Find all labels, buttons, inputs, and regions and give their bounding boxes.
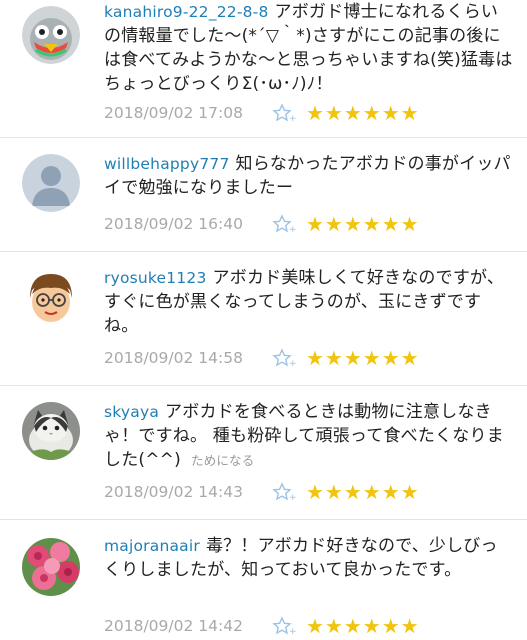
comment-text: アボカドを食べるときは動物に注意しなきゃ！ですね。 種も粉砕して頑張って食べたく… bbox=[104, 402, 504, 470]
svg-text:+: + bbox=[289, 493, 297, 502]
rating-stars: ★★★★★★ bbox=[306, 480, 420, 504]
robot-avatar-icon[interactable] bbox=[22, 6, 80, 64]
comment-list: kanahiro9-22_22-8-8 アボガド博士になれるくらいの情報量でした〜… bbox=[0, 0, 527, 640]
svg-text:+: + bbox=[289, 359, 297, 368]
add-favorite-icon[interactable]: + bbox=[272, 482, 298, 503]
comment-username[interactable]: skyaya bbox=[104, 403, 159, 421]
comment-date: 2018/09/02 17:08 bbox=[104, 104, 243, 122]
comment-item: kanahiro9-22_22-8-8 アボガド博士になれるくらいの情報量でした〜… bbox=[0, 0, 527, 138]
comment-username[interactable]: majoranaair bbox=[104, 537, 200, 555]
comment-item: willbehappy777 知らなかったアボカドの事がイッパイで勉強になりました… bbox=[0, 138, 527, 252]
comment-username[interactable]: willbehappy777 bbox=[104, 155, 230, 173]
comment-item: ryosuke1123 アボカド美味しくて好きなのですが、すぐに色が黒くなってしま… bbox=[0, 252, 527, 386]
rating-stars: ★★★★★★ bbox=[306, 614, 420, 638]
svg-text:+: + bbox=[289, 627, 297, 636]
glasses-boy-avatar-icon[interactable] bbox=[22, 268, 80, 326]
comment-item: majoranaair 毒？！アボカド好きなので、少しびっくりしましたが、知ってお… bbox=[0, 520, 527, 640]
add-favorite-icon[interactable]: + bbox=[272, 616, 298, 637]
comment-date: 2018/09/02 14:43 bbox=[104, 483, 243, 501]
comment-username[interactable]: ryosuke1123 bbox=[104, 269, 207, 287]
comment-item: skyaya アボカドを食べるときは動物に注意しなきゃ！ですね。 種も粉砕して頑張… bbox=[0, 386, 527, 520]
default-person-avatar-icon[interactable] bbox=[22, 154, 80, 212]
comment-username[interactable]: kanahiro9-22_22-8-8 bbox=[104, 3, 269, 21]
comment-date: 2018/09/02 16:40 bbox=[104, 215, 243, 233]
rating-stars: ★★★★★★ bbox=[306, 101, 420, 125]
cat-photo-avatar-icon[interactable] bbox=[22, 402, 80, 460]
comment-date: 2018/09/02 14:42 bbox=[104, 617, 243, 635]
add-favorite-icon[interactable]: + bbox=[272, 348, 298, 369]
helpful-tag[interactable]: ためになる bbox=[191, 453, 255, 468]
rating-stars: ★★★★★★ bbox=[306, 212, 420, 236]
svg-text:+: + bbox=[289, 114, 297, 123]
svg-text:+: + bbox=[289, 225, 297, 234]
add-favorite-icon[interactable]: + bbox=[272, 214, 298, 235]
add-favorite-icon[interactable]: + bbox=[272, 103, 298, 124]
flowers-photo-avatar-icon[interactable] bbox=[22, 538, 80, 596]
comment-date: 2018/09/02 14:58 bbox=[104, 349, 243, 367]
rating-stars: ★★★★★★ bbox=[306, 346, 420, 370]
